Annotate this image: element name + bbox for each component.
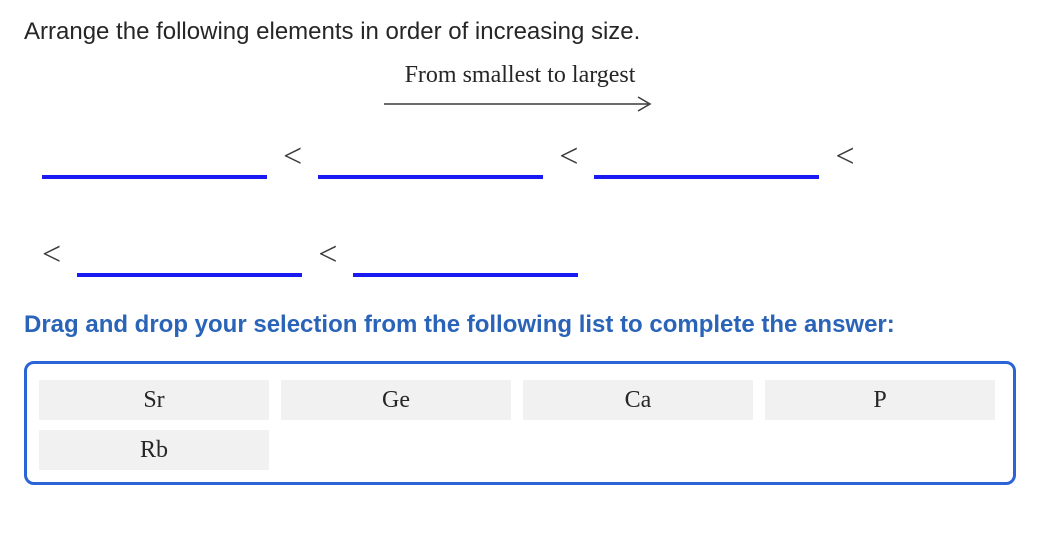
drop-slot[interactable]	[318, 139, 543, 179]
answer-slots: < < < < <	[24, 137, 1016, 277]
direction-block: From smallest to largest	[370, 62, 670, 115]
arrow-right-icon	[380, 93, 660, 115]
option-chip[interactable]: Ca	[523, 380, 753, 420]
less-than-icon: <	[559, 137, 578, 179]
less-than-icon: <	[283, 137, 302, 179]
drop-slot[interactable]	[42, 139, 267, 179]
drop-slot[interactable]	[594, 139, 819, 179]
option-chip[interactable]: Rb	[39, 430, 269, 470]
drop-slot[interactable]	[353, 237, 578, 277]
instruction-text: Drag and drop your selection from the fo…	[24, 307, 1016, 343]
option-chip[interactable]: P	[765, 380, 995, 420]
less-than-icon: <	[42, 235, 61, 277]
direction-label: From smallest to largest	[370, 62, 670, 89]
option-chip[interactable]: Sr	[39, 380, 269, 420]
question-text: Arrange the following elements in order …	[24, 18, 1016, 46]
option-chip[interactable]: Ge	[281, 380, 511, 420]
drop-slot[interactable]	[77, 237, 302, 277]
option-pool: Sr Ge Ca P Rb	[24, 361, 1016, 485]
less-than-icon: <	[835, 137, 854, 179]
less-than-icon: <	[318, 235, 337, 277]
